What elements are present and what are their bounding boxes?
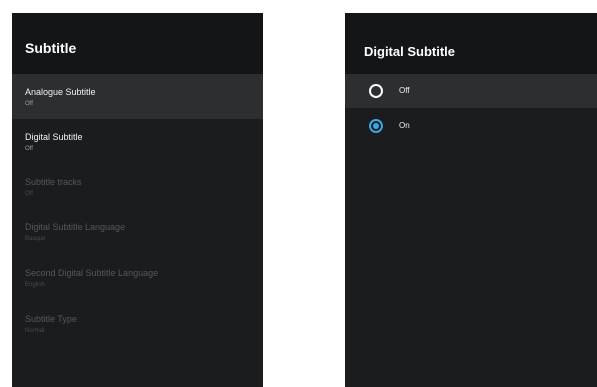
digital-subtitle-panel: Digital Subtitle Off On [345,13,597,387]
menu-item-label: Digital Subtitle Language [25,222,126,232]
subtitle-panel-title: Subtitle [25,40,77,56]
menu-item-label: Subtitle Type [25,314,77,324]
subtitle-panel-header: Subtitle [12,13,263,74]
menu-item-label: Analogue Subtitle [25,87,96,97]
menu-item-subtitle-type: Subtitle Type Normal [12,301,263,346]
option-off[interactable]: Off [345,74,597,108]
option-label: Off [399,86,410,95]
menu-item-label: Digital Subtitle [25,132,83,142]
menu-item-subtitle-tracks: Subtitle tracks Off [12,164,263,209]
menu-item-value: Off [25,191,33,197]
menu-item-label: Second Digital Subtitle Language [25,268,159,278]
menu-item-second-digital-subtitle-language: Second Digital Subtitle Language English [12,255,263,300]
radio-checked-icon[interactable] [369,119,383,133]
menu-item-digital-subtitle[interactable]: Digital Subtitle Off [12,119,263,164]
menu-item-label: Subtitle tracks [25,177,82,187]
menu-item-value: Off [25,146,33,152]
menu-item-analogue-subtitle[interactable]: Analogue Subtitle Off [12,74,263,119]
option-on[interactable]: On [345,109,597,143]
radio-unchecked-icon[interactable] [369,84,383,98]
menu-item-value: English [25,282,45,288]
menu-item-value: Basque [25,236,46,242]
menu-item-digital-subtitle-language: Digital Subtitle Language Basque [12,209,263,254]
menu-item-value: Off [25,101,33,107]
menu-item-value: Normal [25,328,45,334]
digital-subtitle-panel-title: Digital Subtitle [364,44,455,59]
digital-subtitle-panel-header: Digital Subtitle [345,13,597,74]
option-label: On [399,121,410,130]
subtitle-settings-panel: Subtitle Analogue Subtitle Off Digital S… [12,13,263,387]
